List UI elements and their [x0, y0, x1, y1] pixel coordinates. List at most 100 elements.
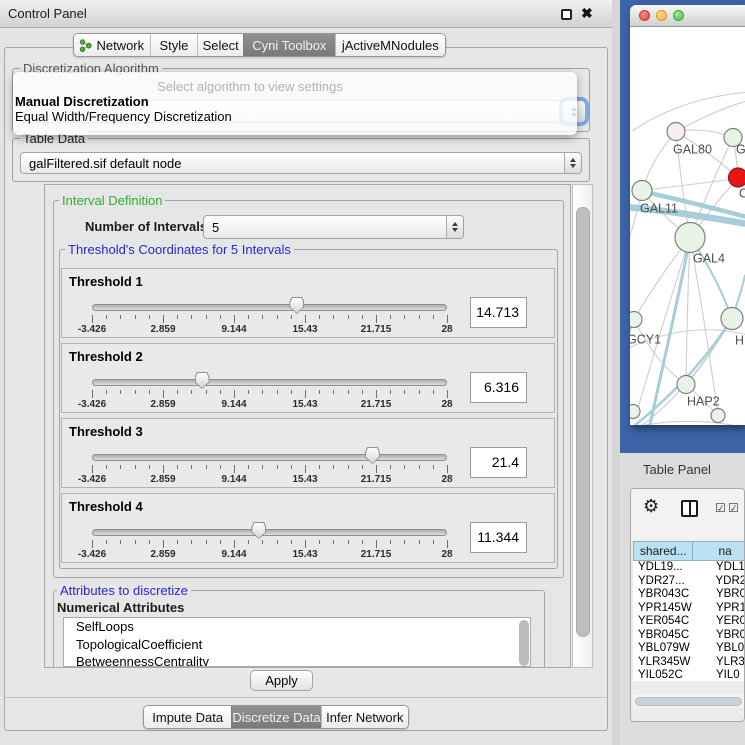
table-row[interactable]: YIL052CYIL0 — [633, 669, 745, 681]
table-row[interactable]: YPR145WYPR1 — [633, 602, 745, 616]
network-canvas[interactable]: GAL80GACGAL11GAL4GCY1HHAP2 — [630, 27, 745, 425]
network-node[interactable] — [677, 376, 695, 394]
slider-track[interactable] — [92, 379, 447, 386]
apply-button[interactable]: Apply — [250, 670, 313, 691]
threshold-value-field[interactable]: 11.344 — [470, 522, 527, 553]
slider-track[interactable] — [92, 454, 447, 461]
table-row[interactable]: YER054CYER0 — [633, 615, 745, 629]
table-row[interactable]: YBR045CYBR0 — [633, 629, 745, 643]
cell-name: YER0 — [710, 615, 745, 629]
table-panel-title: Table Panel — [643, 462, 711, 477]
table-row[interactable]: YBR043CYBR0 — [633, 588, 745, 602]
numerical-attributes-list[interactable]: SelfLoopsTopologicalCoefficientBetweenne… — [63, 617, 531, 667]
slider-ticks — [92, 540, 447, 549]
network-edge — [676, 102, 745, 132]
algorithm-option-equal-width-frequency-discretization[interactable]: Equal Width/Frequency Discretization — [13, 109, 577, 124]
table-hscrollbar-thumb[interactable] — [635, 697, 742, 706]
table-row[interactable]: YBL079WYBL0 — [633, 642, 745, 656]
tab-infer-network[interactable]: Infer Network — [321, 706, 408, 728]
threshold-value-field[interactable]: 6.316 — [470, 372, 527, 403]
minimize-traffic-icon[interactable] — [656, 10, 667, 21]
cell-shared-name: YDL19... — [633, 561, 710, 575]
close-traffic-icon[interactable] — [639, 10, 650, 21]
slider-track[interactable] — [92, 304, 447, 311]
threshold-label: Threshold 1 — [69, 274, 143, 289]
table-row[interactable]: YLR345WYLR3 — [633, 656, 745, 670]
split-columns-icon[interactable] — [681, 500, 698, 517]
cell-name: YDL1 — [710, 561, 745, 575]
column-header-na[interactable]: na — [693, 541, 745, 561]
table-data-combobox[interactable]: galFiltered.sif default node — [20, 152, 582, 174]
table-row[interactable]: YDL19...YDL1 — [633, 561, 745, 575]
table-row[interactable]: YDR27...YDR2 — [633, 575, 745, 589]
threshold-value-field[interactable]: 14.713 — [470, 297, 527, 328]
slider-tick-labels: -3.4262.8599.14415.4321.71528 — [92, 399, 447, 410]
stepper-up-icon — [570, 158, 576, 162]
checkbox-icon[interactable]: ☑ — [715, 501, 726, 515]
slider-ticks — [92, 315, 447, 324]
table-data-stepper[interactable] — [564, 153, 581, 173]
intervals-stepper[interactable] — [446, 216, 463, 238]
network-window-titlebar[interactable] — [630, 5, 745, 27]
network-node-label: C — [739, 187, 745, 201]
network-node[interactable] — [667, 123, 685, 141]
network-node[interactable] — [632, 181, 652, 201]
network-node[interactable] — [729, 168, 745, 187]
settings-scrollbar[interactable] — [572, 184, 593, 668]
threshold-coordinates-title: Threshold's Coordinates for 5 Intervals — [65, 242, 294, 257]
network-window[interactable]: GAL80GACGAL11GAL4GCY1HHAP2 — [630, 5, 745, 425]
float-window-icon[interactable] — [561, 9, 572, 20]
tab-label: Cyni Toolbox — [252, 38, 326, 53]
threshold-value-field[interactable]: 21.4 — [470, 447, 527, 478]
tab-impute-data[interactable]: Impute Data — [144, 706, 231, 728]
network-node-label: GAL4 — [693, 252, 725, 266]
tab-discretize-data[interactable]: Discretize Data — [231, 706, 320, 728]
tab-label: Network — [96, 38, 144, 53]
network-node-label: GCY1 — [630, 333, 661, 347]
network-edge — [642, 179, 738, 191]
slider-handle[interactable] — [365, 447, 380, 464]
slider-tick-labels: -3.4262.8599.14415.4321.71528 — [92, 474, 447, 485]
network-graph[interactable]: GAL80GACGAL11GAL4GCY1HHAP2 — [630, 27, 745, 425]
slider-handle[interactable] — [251, 522, 266, 539]
number-of-intervals-value: 5 — [204, 220, 446, 235]
attributes-title: Attributes to discretize — [57, 583, 191, 598]
close-icon[interactable]: ✖ — [581, 5, 593, 22]
threshold-label: Threshold 3 — [69, 424, 143, 439]
tab-network[interactable]: Network — [74, 34, 150, 56]
cell-shared-name: YBR045C — [633, 629, 710, 643]
attribute-item[interactable]: TopologicalCoefficient — [64, 636, 530, 654]
attribute-item[interactable]: BetweennessCentrality — [64, 653, 530, 667]
network-node[interactable] — [630, 312, 642, 328]
network-node[interactable] — [630, 405, 640, 419]
slider-handle[interactable] — [289, 297, 304, 314]
checkbox-icon[interactable]: ☑ — [728, 501, 739, 515]
table-horizontal-scrollbar[interactable] — [633, 695, 745, 707]
cell-name: YBL0 — [710, 642, 744, 656]
settings-scrollbar-thumb[interactable] — [576, 207, 590, 637]
number-of-intervals-combobox[interactable]: 5 — [203, 215, 464, 239]
attribute-item[interactable]: SelfLoops — [64, 618, 530, 636]
table-toolbar: ⚙ ☑ ☑ — [631, 489, 744, 541]
tab-style[interactable]: Style — [150, 34, 198, 56]
network-node[interactable] — [721, 308, 743, 330]
table-panel: ⚙ ☑ ☑ shared...na YDL19...YDL1YDR27...YD… — [630, 488, 745, 722]
tab-label: Impute Data — [152, 710, 223, 725]
tab-cyni-toolbox[interactable]: Cyni Toolbox — [243, 34, 335, 56]
column-header-shared-[interactable]: shared... — [633, 541, 693, 561]
tab-jactivemnodules[interactable]: jActiveMNodules — [335, 34, 445, 56]
control-panel: Control Panel ✖ NetworkStyleSelectCyni T… — [0, 0, 612, 745]
network-node[interactable] — [675, 223, 705, 253]
zoom-traffic-icon[interactable] — [673, 10, 684, 21]
attributes-scrollbar-thumb[interactable] — [519, 620, 529, 666]
gear-icon[interactable]: ⚙ — [643, 496, 659, 517]
cell-name: YDR2 — [710, 575, 745, 589]
algorithm-option-manual-discretization[interactable]: Manual Discretization — [13, 94, 577, 109]
numerical-attributes-label: Numerical Attributes — [57, 600, 184, 615]
cell-name: YPR1 — [710, 602, 745, 616]
slider-track[interactable] — [92, 529, 447, 536]
algorithm-dropdown-popup: Select algorithm to view settings Manual… — [13, 72, 577, 135]
tab-select[interactable]: Select — [197, 34, 243, 56]
slider-handle[interactable] — [195, 372, 210, 389]
network-node[interactable] — [711, 409, 725, 423]
